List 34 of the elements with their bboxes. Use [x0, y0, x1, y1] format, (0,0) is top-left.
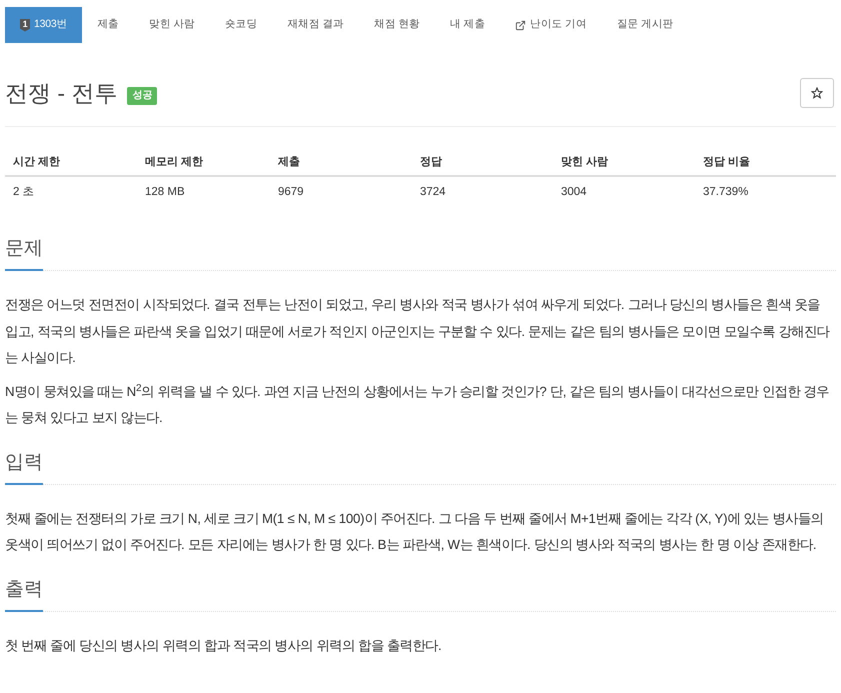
- section-heading: 문제: [5, 235, 43, 271]
- problem-title: 전쟁 - 전투: [5, 79, 118, 108]
- status-badge: 성공: [127, 87, 158, 105]
- nav-tab[interactable]: 제출: [82, 7, 134, 43]
- paragraph: N명이 뭉쳐있을 때는 N$^{2}$의 위력을 낼 수 있다. 과연 지금 난전의 상황에서는 누가 승리할 것인가? 단, 같은 팀의 병사들이 대각선으로만 인접한 경우는 뭉쳐 있다고 보지 않는다.: [5, 382, 830, 427]
- column-header: 정답: [419, 155, 443, 170]
- section-heading: 출력: [5, 576, 43, 612]
- nav-tab[interactable]: 맞힌 사람: [134, 7, 210, 43]
- level-badge: 1: [20, 18, 30, 32]
- paragraph: 첫째 줄에는 전쟁터의 가로 크기 N, 세로 크기 M(1 ≤ N, M ≤ 100)이 주어진다. 그 다음 두 번째 줄에서 M+1번째 줄에는 각각 (X, Y)에 있는 병사들의 옷색이 띄어쓰기 없이 주어진다. 모든 자리에는 병사가 한 명 있다. B는 파란색, W는 흰색이다. 당신의 병사와 적국의 병사는 한 명 이상 존재한다.: [5, 510, 824, 554]
- nav-tab[interactable]: 숏코딩: [210, 7, 272, 43]
- table-cell-text: 2 초: [12, 185, 36, 200]
- column-header: 메모리 제한: [144, 155, 204, 170]
- nav-tab[interactable]: 질문 게시판: [602, 7, 688, 43]
- paragraph: 첫 번째 줄에 당신의 병사의 위력의 합과 적국의 병사의 위력의 합을 출력한다.: [5, 636, 442, 654]
- table-cell-text: 3004: [560, 185, 588, 200]
- table-cell-text: 3724: [419, 185, 447, 200]
- column-header: 시간 제한: [12, 155, 62, 170]
- external-link-icon: [515, 20, 526, 30]
- column-header: 맞힌 사람: [560, 155, 610, 170]
- nav-tab[interactable]: 채점 현황: [359, 7, 435, 43]
- nav-tab[interactable]: 난이도 기여: [500, 7, 602, 43]
- nav-tab[interactable]: 내 제출: [434, 7, 500, 43]
- paragraph: 전쟁은 어느덧 전면전이 시작되었다. 결국 전투는 난전이 되었고, 우리 병사와 적국 병사가 섞여 싸우게 되었다. 그러나 당신의 병사들은 흰색 옷을 입고, 적국의 병사들은 파란색 옷을 입었기 때문에 서로가 적인지 아군인지는 구분할 수 있다. 문제는 같은 팀의 병사들은 모이면 모일수록 강해진다는 사실이다.: [5, 296, 831, 367]
- table-cell-text: 37.739%: [702, 185, 750, 200]
- table-cell-text: 9679: [277, 185, 305, 200]
- column-header: 제출: [277, 155, 301, 170]
- favorite-button[interactable]: [800, 78, 834, 108]
- section-heading: 입력: [5, 448, 43, 484]
- nav-tab[interactable]: 1 1303번: [5, 7, 82, 43]
- star-icon: [811, 87, 823, 99]
- column-header: 정답 비율: [702, 155, 752, 170]
- table-cell-text: 128 MB: [144, 185, 186, 200]
- nav-tab[interactable]: 재채점 결과: [272, 7, 360, 43]
